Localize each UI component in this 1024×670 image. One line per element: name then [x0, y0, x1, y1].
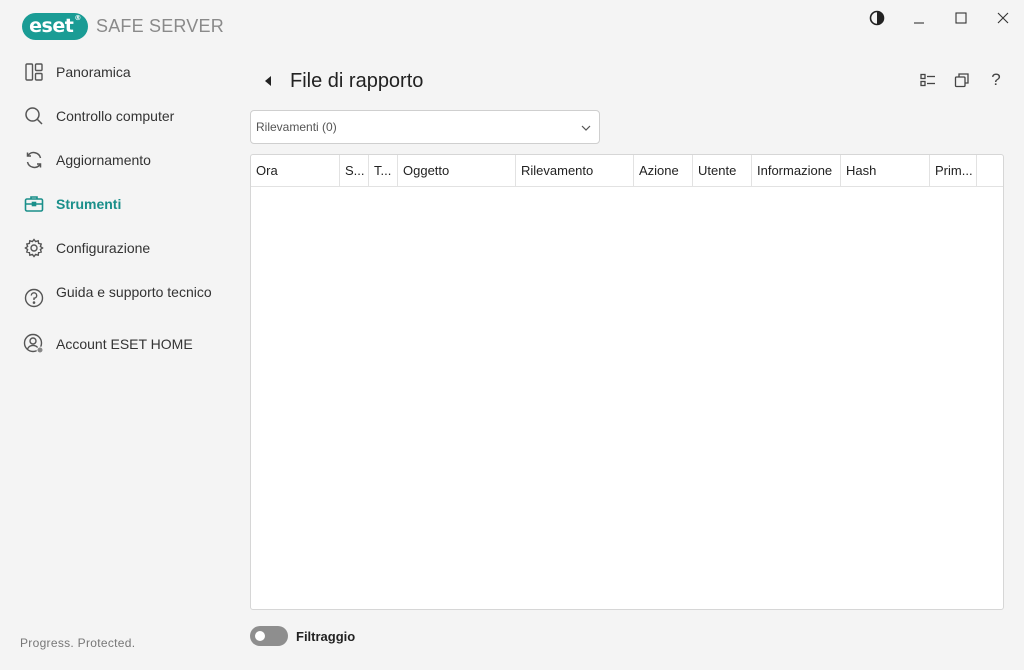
- search-icon: [22, 104, 46, 128]
- sidebar-item-label: Configurazione: [56, 240, 151, 256]
- column-header-severity[interactable]: S...: [340, 155, 369, 186]
- logo-text: eset: [29, 15, 74, 37]
- toolbox-icon: [22, 192, 46, 216]
- sidebar-footer-slogan: Progress. Protected.: [20, 636, 136, 650]
- sidebar-item-label: Controllo computer: [56, 108, 175, 124]
- copy-window-icon[interactable]: [952, 70, 972, 90]
- minimize-icon[interactable]: [898, 6, 940, 30]
- dropdown-selected-value: Rilevamenti (0): [256, 120, 337, 134]
- column-header-utente[interactable]: Utente: [693, 155, 752, 186]
- page-header: File di rapporto: [258, 66, 423, 96]
- sidebar-item-label: Aggiornamento: [56, 152, 151, 168]
- column-header-primo-rilevamento[interactable]: Prim...: [930, 155, 977, 186]
- table-body: [251, 187, 1003, 609]
- sidebar-item-controllo-computer[interactable]: Controllo computer: [0, 104, 230, 148]
- column-header-informazione[interactable]: Informazione: [752, 155, 841, 186]
- sidebar-item-label: Guida e supporto tecnico: [56, 284, 212, 300]
- eset-logo: eset ®: [22, 12, 88, 40]
- gear-icon: [22, 236, 46, 260]
- column-header-type[interactable]: T...: [369, 155, 398, 186]
- sidebar-item-label: Panoramica: [56, 64, 131, 80]
- column-header-oggetto[interactable]: Oggetto: [398, 155, 516, 186]
- sidebar-item-account-eset-home[interactable]: Account ESET HOME: [0, 332, 230, 376]
- close-icon[interactable]: [982, 6, 1024, 30]
- sidebar-item-strumenti[interactable]: Strumenti: [0, 192, 230, 236]
- sidebar-item-panoramica[interactable]: Panoramica: [0, 60, 230, 104]
- log-table: Ora S... T... Oggetto Rilevamento Azione…: [250, 154, 1004, 610]
- sidebar-item-guida-supporto[interactable]: Guida e supporto tecnico: [0, 280, 230, 332]
- back-arrow-icon[interactable]: [258, 71, 278, 91]
- column-header-hash[interactable]: Hash: [841, 155, 930, 186]
- product-name: SAFE SERVER: [96, 15, 224, 36]
- sidebar-item-label: Account ESET HOME: [56, 336, 193, 352]
- view-list-icon[interactable]: [918, 70, 938, 90]
- sidebar-item-aggiornamento[interactable]: Aggiornamento: [0, 148, 230, 192]
- sidebar-item-label: Strumenti: [56, 196, 122, 212]
- sidebar-item-configurazione[interactable]: Configurazione: [0, 236, 230, 280]
- help-button[interactable]: ?: [986, 70, 1006, 90]
- logo-registered-mark: ®: [74, 14, 81, 22]
- filter-toggle-row: Filtraggio: [250, 626, 355, 646]
- chevron-down-icon: [581, 120, 591, 134]
- filter-toggle-label: Filtraggio: [296, 628, 356, 644]
- column-header-ora[interactable]: Ora: [251, 155, 340, 186]
- app-logo: eset ® SAFE SERVER: [22, 12, 224, 40]
- column-header-azione[interactable]: Azione: [634, 155, 693, 186]
- header-tools: ?: [918, 70, 1006, 90]
- maximize-icon[interactable]: [940, 6, 982, 30]
- overview-icon: [22, 60, 46, 84]
- column-header-rilevamento[interactable]: Rilevamento: [516, 155, 634, 186]
- sidebar: Panoramica Controllo computer Aggiorname…: [0, 60, 230, 376]
- refresh-icon: [22, 148, 46, 172]
- table-header: Ora S... T... Oggetto Rilevamento Azione…: [251, 155, 1003, 187]
- theme-toggle-icon[interactable]: [856, 6, 898, 30]
- log-type-dropdown[interactable]: Rilevamenti (0): [250, 110, 600, 144]
- filter-toggle-switch[interactable]: [250, 626, 288, 646]
- account-icon: [22, 332, 46, 356]
- help-icon: [22, 286, 46, 310]
- page-title: File di rapporto: [290, 69, 424, 92]
- window-controls: [856, 6, 1024, 30]
